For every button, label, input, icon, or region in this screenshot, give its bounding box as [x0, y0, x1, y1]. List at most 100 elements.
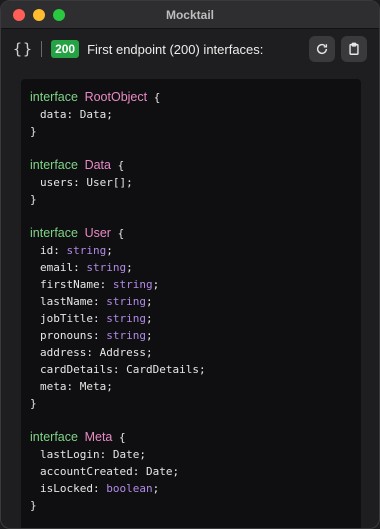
semicolon: ;	[172, 465, 180, 478]
field-type: string	[106, 295, 146, 308]
field-type: string	[106, 312, 146, 325]
field-name: id	[40, 244, 54, 257]
field-type: string	[66, 244, 107, 257]
interface-header: interface Meta {	[30, 429, 361, 446]
semicolon: ;	[126, 261, 133, 274]
toolbar: {} 200 First endpoint (200) interfaces:	[1, 31, 379, 67]
copy-button[interactable]	[341, 36, 367, 62]
close-brace: }	[30, 125, 37, 138]
keyword: interface	[30, 158, 78, 172]
field-line: lastLogin: Date;	[30, 446, 361, 463]
colon: :	[66, 380, 80, 393]
field-line: cardDetails: CardDetails;	[30, 361, 361, 378]
keyword: interface	[30, 90, 78, 104]
field-line: firstName: string;	[30, 276, 361, 293]
field-type: boolean	[106, 482, 153, 495]
field-name: address	[40, 346, 87, 359]
field-line: id: string;	[30, 242, 361, 259]
close-window-button[interactable]	[13, 9, 25, 21]
semicolon: ;	[145, 312, 153, 325]
colon: :	[92, 329, 107, 342]
field-line: isLocked: boolean;	[30, 480, 361, 497]
zoom-window-button[interactable]	[53, 9, 65, 21]
colon: :	[92, 482, 107, 495]
field-line: lastName: string;	[30, 293, 361, 310]
semicolon: ;	[145, 295, 153, 308]
semicolon: ;	[106, 380, 113, 393]
open-brace: {	[112, 431, 126, 444]
clipboard-icon	[349, 42, 359, 55]
colon: :	[86, 346, 100, 359]
field-name: data	[40, 108, 67, 121]
semicolon: ;	[126, 176, 133, 189]
field-line: jobTitle: string;	[30, 310, 361, 327]
field-line: pronouns: string;	[30, 327, 361, 344]
field-name: users	[40, 176, 74, 189]
field-line: accountCreated: Date;	[30, 463, 361, 480]
field-type: string	[106, 329, 146, 342]
semicolon: ;	[106, 108, 113, 121]
field-name: lastLogin	[40, 448, 100, 461]
close-brace: }	[30, 499, 37, 512]
close-brace: }	[30, 193, 37, 206]
status-badge: 200	[51, 40, 80, 58]
field-line: users: User[];	[30, 174, 361, 191]
app-window: Mocktail {} 200 First endpoint (200) int…	[0, 0, 380, 529]
open-brace: {	[110, 227, 125, 240]
minimize-window-button[interactable]	[33, 9, 45, 21]
field-name: pronouns	[40, 329, 93, 342]
field-type: Meta	[79, 380, 107, 393]
code-panel: interface RootObject {data: Data;} interf…	[21, 79, 361, 528]
semicolon: ;	[145, 329, 153, 342]
title-bar: Mocktail	[1, 1, 379, 29]
interface-name: User	[84, 226, 111, 240]
interface-header: interface User {	[30, 225, 361, 242]
field-line: data: Data;	[30, 106, 361, 123]
field-name: email	[40, 261, 74, 274]
interface-name: Data	[84, 158, 111, 172]
semicolon: ;	[139, 448, 146, 461]
field-line: meta: Meta;	[30, 378, 361, 395]
window-controls	[13, 9, 65, 21]
close-brace: }	[30, 397, 37, 410]
field-name: jobTitle	[40, 312, 93, 325]
semicolon: ;	[145, 346, 153, 359]
toolbar-divider	[41, 41, 43, 57]
colon: :	[112, 363, 127, 376]
field-type: User[]	[86, 176, 127, 189]
interface-header: interface Data {	[30, 157, 361, 174]
colon: :	[53, 244, 67, 257]
field-name: firstName	[40, 278, 100, 291]
colon: :	[132, 465, 146, 478]
toolbar-title: First endpoint (200) interfaces:	[87, 41, 264, 57]
interface-name: RootObject	[84, 90, 148, 104]
window-title: Mocktail	[165, 7, 214, 22]
field-line: address: Address;	[30, 344, 361, 361]
field-type: CardDetails	[126, 363, 199, 376]
open-brace: {	[147, 91, 161, 104]
colon: :	[73, 176, 87, 189]
keyword: interface	[30, 430, 78, 444]
field-name: lastName	[40, 295, 93, 308]
colon: :	[99, 278, 113, 291]
colon: :	[99, 448, 113, 461]
field-type: string	[86, 261, 127, 274]
colon: :	[92, 312, 107, 325]
field-type: Date	[112, 448, 140, 461]
keyword: interface	[30, 226, 78, 240]
refresh-icon	[316, 43, 328, 55]
field-type: Data	[79, 108, 107, 121]
braces-icon: {}	[13, 40, 34, 58]
field-name: meta	[40, 380, 67, 393]
refresh-button[interactable]	[309, 36, 335, 62]
field-line: email: string;	[30, 259, 361, 276]
field-name: accountCreated	[40, 465, 133, 478]
field-type: string	[112, 278, 153, 291]
semicolon: ;	[152, 482, 160, 495]
interface-header: interface RootObject {	[30, 89, 361, 106]
colon: :	[92, 295, 107, 308]
semicolon: ;	[152, 278, 160, 291]
